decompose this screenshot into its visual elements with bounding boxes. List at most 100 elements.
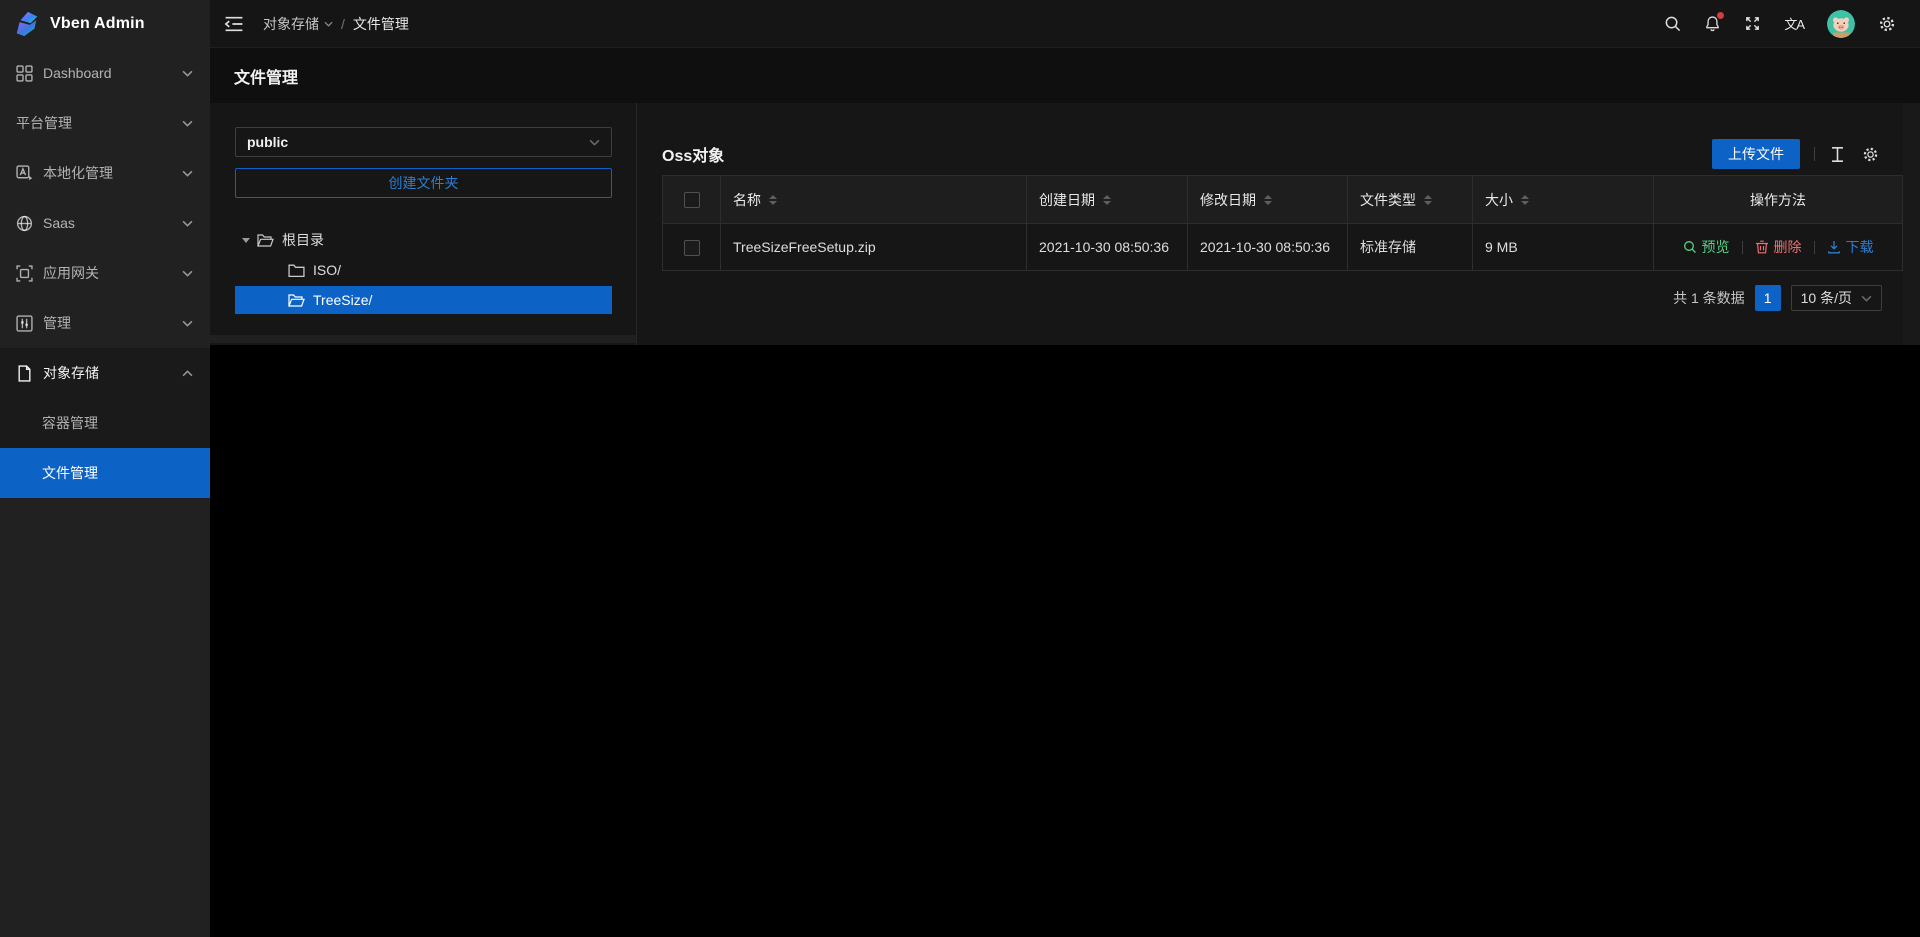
page-title-bar: 文件管理 (210, 48, 1920, 103)
sidebar-item-gateway[interactable]: 应用网关 (0, 248, 210, 298)
sidebar-item-saas[interactable]: Saas (0, 198, 210, 248)
sort-icon[interactable] (1264, 195, 1272, 205)
cell-modified-date: 2021-10-30 08:50:36 (1188, 224, 1348, 271)
dashboard-icon (16, 65, 33, 82)
horizontal-scrollbar[interactable] (210, 335, 636, 343)
chevron-down-icon (182, 270, 193, 277)
translate-icon[interactable]: 文A (1784, 14, 1804, 33)
sort-icon[interactable] (1424, 195, 1432, 205)
sidebar-item-label: 本地化管理 (43, 163, 182, 183)
menu-fold-icon[interactable] (224, 16, 244, 32)
preview-action[interactable]: 预览 (1683, 237, 1730, 257)
action-label: 删除 (1774, 237, 1802, 257)
chevron-down-icon (589, 139, 600, 146)
app-root: Vben Admin Dashboard 平台管理 本地化管理 Saas (0, 0, 1920, 937)
column-label: 文件类型 (1360, 190, 1416, 210)
column-header-type[interactable]: 文件类型 (1348, 176, 1473, 224)
action-label: 下载 (1846, 237, 1874, 257)
avatar[interactable] (1827, 10, 1855, 38)
cell-file-type: 标准存储 (1348, 224, 1473, 271)
sidebar-item-object-storage[interactable]: 对象存储 (0, 348, 210, 398)
sort-icon[interactable] (1521, 195, 1529, 205)
create-folder-button[interactable]: 创建文件夹 (235, 168, 612, 198)
page-title: 文件管理 (234, 64, 298, 88)
column-header-size[interactable]: 大小 (1473, 176, 1654, 224)
logo[interactable]: Vben Admin (0, 0, 210, 48)
sidebar-item-manage[interactable]: 管理 (0, 298, 210, 348)
breadcrumb: 对象存储 / 文件管理 (263, 14, 409, 34)
content-area: public 创建文件夹 根目录 (210, 103, 1920, 937)
sidebar-item-label: Saas (43, 215, 182, 231)
oss-table-panel: Oss对象 上传文件 (637, 103, 1903, 345)
fullscreen-icon[interactable] (1744, 15, 1761, 32)
file-manager-card: public 创建文件夹 根目录 (210, 103, 1903, 345)
trash-icon (1755, 240, 1769, 254)
pagination-total: 共 1 条数据 (1673, 288, 1745, 308)
search-icon[interactable] (1664, 15, 1681, 32)
chevron-down-icon (182, 220, 193, 227)
bucket-select-value: public (247, 134, 288, 150)
app-title: Vben Admin (50, 15, 145, 33)
vertical-scrollbar[interactable] (1903, 103, 1920, 345)
column-header-created[interactable]: 创建日期 (1027, 176, 1188, 224)
localization-icon (16, 165, 33, 182)
notification-badge-dot (1717, 12, 1724, 19)
tree-caret-icon[interactable] (235, 238, 257, 243)
cell-file-name: TreeSizeFreeSetup.zip (721, 224, 1027, 271)
column-label: 创建日期 (1039, 190, 1095, 210)
select-all-checkbox[interactable] (684, 192, 700, 208)
column-label: 大小 (1485, 190, 1513, 210)
table-size-icon[interactable] (1829, 146, 1846, 163)
chevron-down-icon (1861, 295, 1872, 302)
breadcrumb-page[interactable]: 文件管理 (353, 14, 409, 34)
page-1-button[interactable]: 1 (1755, 285, 1781, 311)
tree-node-treesize[interactable]: TreeSize/ (235, 286, 612, 314)
tree-node-iso[interactable]: ISO/ (235, 256, 612, 284)
toolbar-divider (1814, 147, 1815, 161)
sidebar-subitem-container-manage[interactable]: 容器管理 (0, 398, 210, 448)
folder-open-icon (257, 233, 274, 248)
download-action[interactable]: 下载 (1827, 237, 1874, 257)
settings-gear-icon[interactable] (1878, 15, 1896, 33)
row-actions: 预览 删除 (1654, 237, 1902, 257)
column-header-modified[interactable]: 修改日期 (1188, 176, 1348, 224)
chevron-up-icon (182, 370, 193, 377)
sidebar-item-localization[interactable]: 本地化管理 (0, 148, 210, 198)
breadcrumb-section[interactable]: 对象存储 (263, 14, 333, 34)
header-actions: 文A (1664, 10, 1896, 38)
sidebar-item-label: 应用网关 (43, 263, 182, 283)
column-header-name[interactable]: 名称 (721, 176, 1027, 224)
cell-created-date: 2021-10-30 08:50:36 (1027, 224, 1188, 271)
column-label: 名称 (733, 190, 761, 210)
sidebar-group-oss: 对象存储 容器管理 文件管理 (0, 348, 210, 498)
folder-tree-panel: public 创建文件夹 根目录 (210, 103, 637, 345)
breadcrumb-section-label: 对象存储 (263, 14, 319, 34)
saas-globe-icon (16, 215, 33, 232)
folder-tree: 根目录 ISO/ TreeSize/ (235, 226, 612, 314)
page-size-select[interactable]: 10 条/页 (1791, 285, 1882, 311)
action-divider (1814, 241, 1815, 254)
notification-bell-icon[interactable] (1704, 15, 1721, 32)
chevron-down-icon (182, 70, 193, 77)
table-title: Oss对象 (662, 142, 724, 166)
table-header-row: 名称 创建日期 修改日期 (663, 176, 1903, 224)
action-divider (1742, 241, 1743, 254)
sort-icon[interactable] (1103, 195, 1111, 205)
column-settings-gear-icon[interactable] (1862, 146, 1879, 163)
sidebar-subitem-file-manage[interactable]: 文件管理 (0, 448, 210, 498)
tree-node-root[interactable]: 根目录 (235, 226, 612, 254)
folder-icon (288, 263, 305, 278)
sidebar-item-platform[interactable]: 平台管理 (0, 98, 210, 148)
sidebar-item-dashboard[interactable]: Dashboard (0, 48, 210, 98)
sidebar: Vben Admin Dashboard 平台管理 本地化管理 Saas (0, 0, 210, 937)
delete-action[interactable]: 删除 (1755, 237, 1802, 257)
upload-file-button[interactable]: 上传文件 (1712, 139, 1800, 169)
action-label: 预览 (1702, 237, 1730, 257)
table-row: TreeSizeFreeSetup.zip 2021-10-30 08:50:3… (663, 224, 1903, 271)
sort-icon[interactable] (769, 195, 777, 205)
row-checkbox[interactable] (684, 240, 700, 256)
table-toolbar: Oss对象 上传文件 (662, 139, 1903, 169)
cell-file-size: 9 MB (1473, 224, 1654, 271)
bucket-select[interactable]: public (235, 127, 612, 157)
gateway-icon (16, 265, 33, 282)
